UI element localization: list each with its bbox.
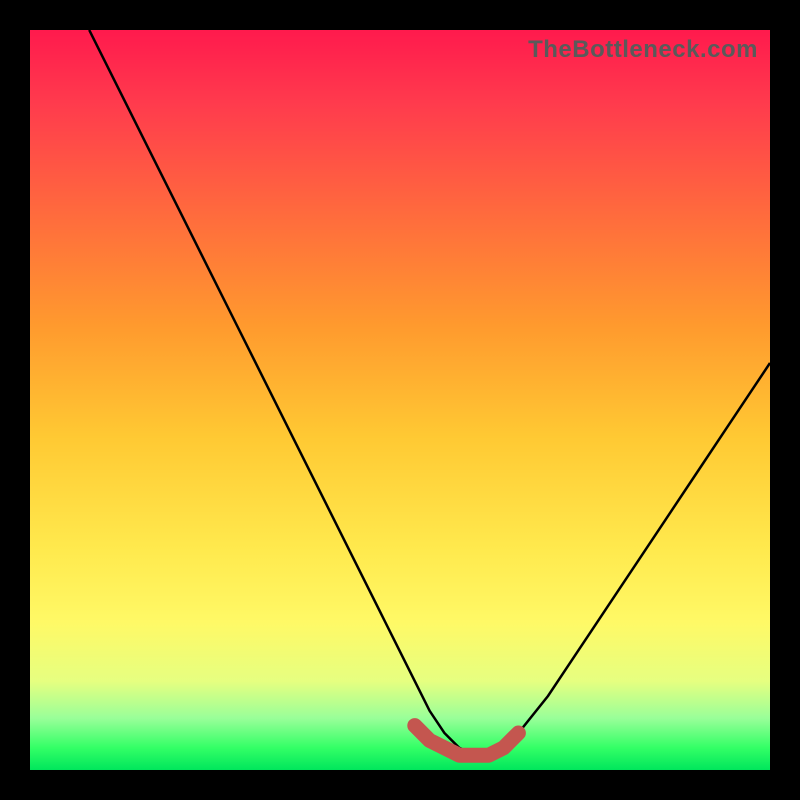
optimal-region-path [415, 726, 519, 756]
watermark-text: TheBottleneck.com [528, 36, 758, 64]
plot-area: TheBottleneck.com [30, 30, 770, 770]
bottleneck-curve-path [89, 30, 770, 755]
chart-container: TheBottleneck.com [0, 0, 800, 800]
chart-svg [30, 30, 770, 770]
